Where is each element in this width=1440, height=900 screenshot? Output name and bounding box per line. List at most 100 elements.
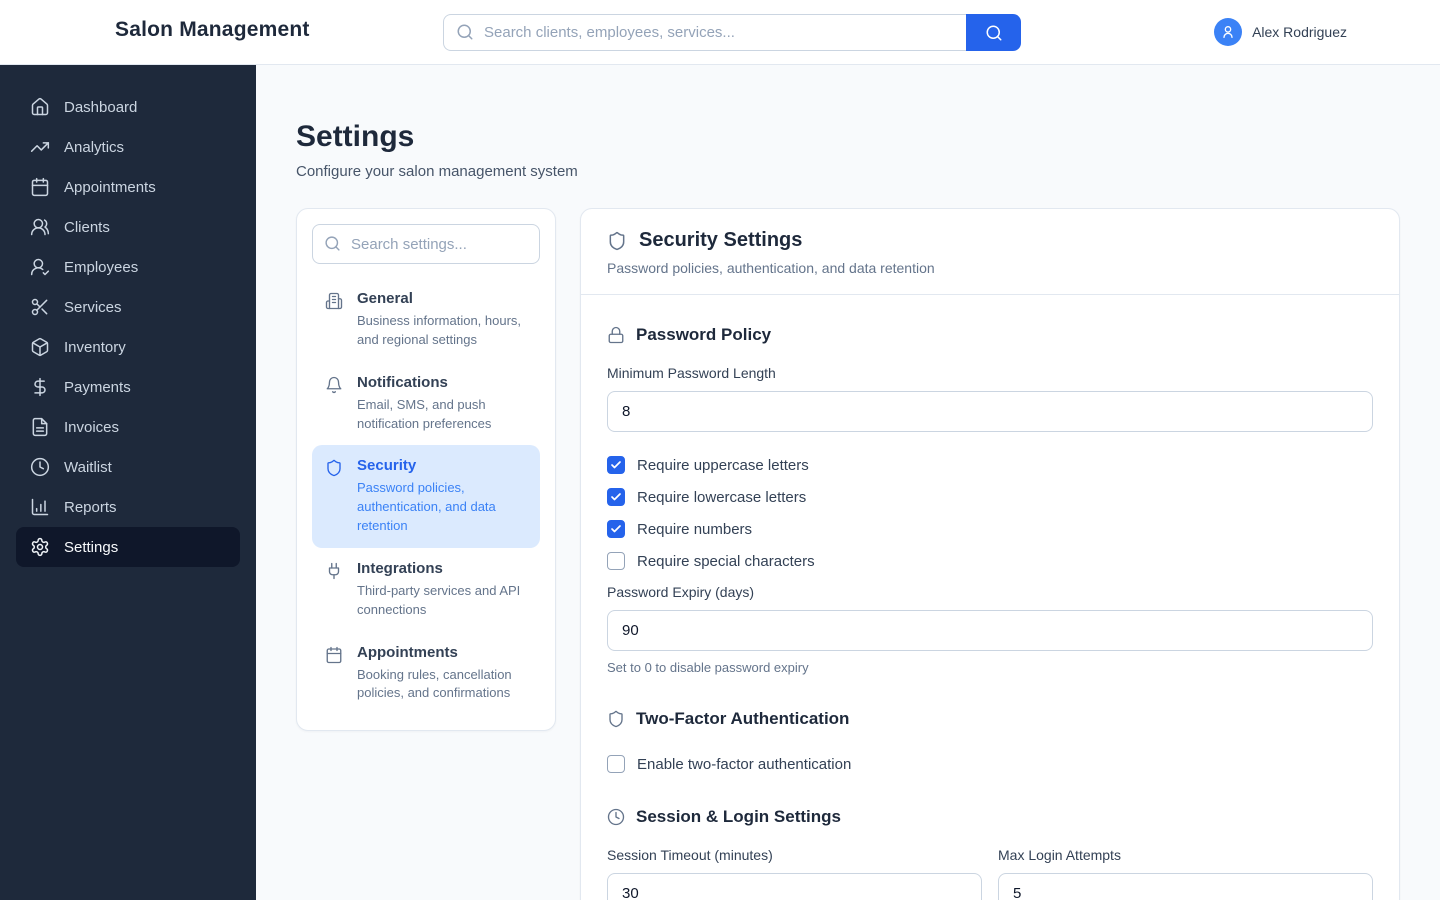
settings-nav-description: Password policies, authentication, and d… [357,480,496,534]
sidebar-item-label: Dashboard [64,98,138,116]
bar-chart-icon [30,497,50,517]
checkbox-icon [607,552,625,570]
min-password-length-label: Minimum Password Length [607,365,776,381]
sidebar-item-waitlist[interactable]: Waitlist [16,447,240,487]
sidebar-item-label: Settings [64,538,119,556]
max-login-attempts-input[interactable] [998,873,1373,900]
search-icon [456,23,474,41]
sidebar-item-payments[interactable]: Payments [16,367,240,407]
security-settings-panel: Security Settings Password policies, aut… [580,208,1400,900]
clock-icon [30,457,50,477]
calendar-icon [325,646,343,704]
sidebar-item-services[interactable]: Services [16,287,240,327]
password-expiry-help: Set to 0 to disable password expiry [607,660,809,675]
app-title: Salon Management [115,18,310,41]
user-check-icon [30,257,50,277]
section-title-password-policy: Password Policy [636,325,772,344]
main-content: Settings Configure your salon management… [256,65,1440,900]
sidebar-item-label: Payments [64,378,131,396]
sidebar-item-employees[interactable]: Employees [16,247,240,287]
avatar [1214,18,1243,46]
sidebar-item-label: Reports [64,498,117,516]
require-lowercase-checkbox[interactable]: Require lowercase letters [607,488,1373,506]
building-icon [325,292,343,350]
panel-subtitle: Password policies, authentication, and d… [607,260,935,276]
users-icon [30,217,50,237]
sidebar-item-label: Employees [64,258,139,276]
sidebar-item-label: Services [64,298,122,316]
sidebar-item-label: Clients [64,218,110,236]
settings-search-input[interactable] [312,224,540,264]
checkbox-label: Require uppercase letters [637,456,809,474]
package-icon [30,337,50,357]
password-expiry-label: Password Expiry (days) [607,584,755,600]
section-title-session-login: Session & Login Settings [636,807,841,826]
trending-up-icon [30,137,50,157]
page-subtitle: Configure your salon management system [296,163,578,180]
settings-nav-item-notifications[interactable]: Notifications Email, SMS, and push notif… [312,362,540,446]
checkbox-label: Enable two-factor authentication [637,755,852,773]
clock-icon [607,808,625,826]
settings-nav-item-general[interactable]: General Business information, hours, and… [312,278,540,362]
dollar-icon [30,377,50,397]
password-expiry-input[interactable] [607,610,1373,651]
max-login-attempts-label: Max Login Attempts [998,847,1121,863]
file-text-icon [30,417,50,437]
gear-icon [30,537,50,557]
sidebar-item-appointments[interactable]: Appointments [16,167,240,207]
settings-nav-description: Third-party services and API connections [357,582,521,617]
sidebar-item-reports[interactable]: Reports [16,487,240,527]
settings-nav-description: Email, SMS, and push notification prefer… [357,396,492,431]
settings-nav-item-appointments[interactable]: Appointments Booking rules, cancellation… [312,632,540,716]
sidebar-item-settings[interactable]: Settings [16,527,240,567]
settings-nav-description: Business information, hours, and regiona… [357,313,522,347]
enable-two-factor-checkbox[interactable]: Enable two-factor authentication [607,755,1373,773]
sidebar-item-dashboard[interactable]: Dashboard [16,87,240,127]
shield-icon [607,710,625,728]
sidebar-item-label: Invoices [64,418,120,436]
calendar-icon [30,177,50,197]
panel-title: Security Settings [639,229,803,251]
settings-nav-label: Appointments [357,643,458,661]
settings-nav-item-security[interactable]: Security Password policies, authenticati… [312,445,540,548]
shield-icon [607,231,627,251]
user-name: Alex Rodriguez [1252,24,1347,40]
require-numbers-checkbox[interactable]: Require numbers [607,520,1373,538]
session-timeout-input[interactable] [607,873,982,900]
settings-nav-label: General [357,290,413,307]
global-search-input[interactable] [443,14,966,51]
home-icon [30,97,50,117]
require-special-characters-checkbox[interactable]: Require special characters [607,552,1373,570]
sidebar: Dashboard Analytics Appointments Clients… [0,65,256,900]
checkbox-icon [607,488,625,506]
shield-icon [325,459,343,536]
settings-nav: General Business information, hours, and… [296,208,556,732]
lock-icon [607,326,625,344]
min-password-length-input[interactable] [607,391,1373,432]
sidebar-item-label: Inventory [64,338,126,356]
page-title: Settings [296,120,415,153]
sidebar-item-label: Appointments [64,178,156,196]
settings-nav-label: Security [357,457,417,475]
section-title-two-factor: Two-Factor Authentication [636,709,850,728]
settings-nav-label: Integrations [357,559,443,577]
user-menu[interactable]: Alex Rodriguez [1214,18,1347,46]
checkbox-icon [607,520,625,538]
search-icon [324,235,341,252]
settings-nav-item-integrations[interactable]: Integrations Third-party services and AP… [312,548,540,632]
session-timeout-label: Session Timeout (minutes) [607,847,773,863]
top-bar: Salon Management Alex Rodriguez [0,0,1440,65]
checkbox-label: Require special characters [637,552,815,570]
sidebar-item-clients[interactable]: Clients [16,207,240,247]
search-button[interactable] [966,14,1021,51]
sidebar-item-invoices[interactable]: Invoices [16,407,240,447]
checkbox-label: Require numbers [637,520,753,538]
require-uppercase-checkbox[interactable]: Require uppercase letters [607,456,1373,474]
settings-nav-label: Notifications [357,373,448,391]
sidebar-item-analytics[interactable]: Analytics [16,127,240,167]
global-search [443,14,1021,51]
sidebar-item-inventory[interactable]: Inventory [16,327,240,367]
scissors-icon [30,297,50,317]
search-icon [985,24,1003,42]
checkbox-icon [607,456,625,474]
